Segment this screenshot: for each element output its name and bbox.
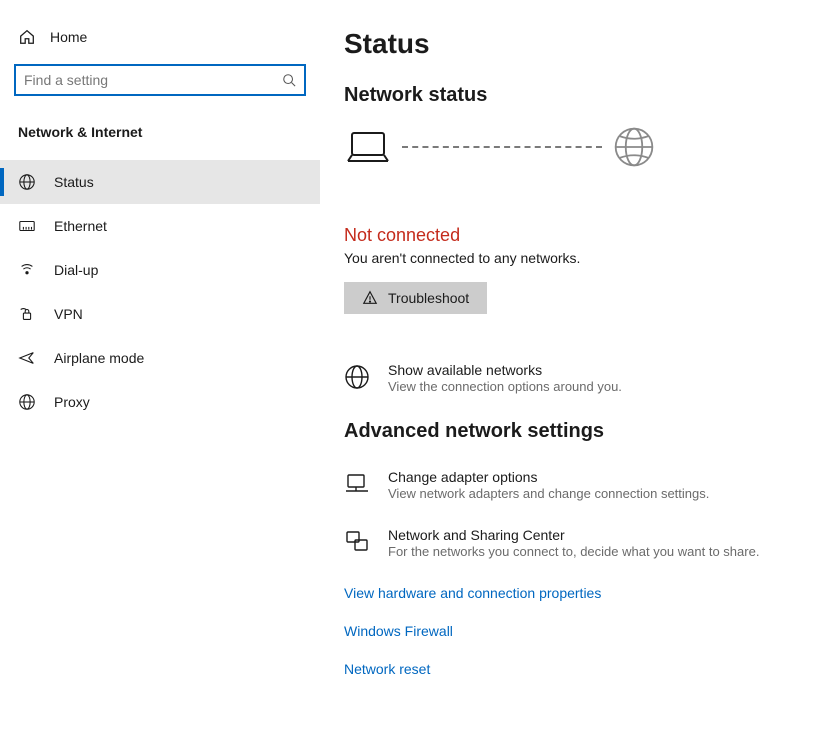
- sidebar-item-proxy[interactable]: Proxy: [0, 380, 320, 424]
- sidebar-item-label: Status: [54, 174, 94, 190]
- search-container: [0, 64, 320, 116]
- sidebar-item-label: Ethernet: [54, 218, 107, 234]
- sharing-center-option[interactable]: Network and Sharing Center For the netwo…: [344, 527, 796, 559]
- globe-icon: [344, 364, 370, 390]
- option-title: Change adapter options: [388, 469, 709, 485]
- adapter-options[interactable]: Change adapter options View network adap…: [344, 469, 796, 501]
- firewall-link[interactable]: Windows Firewall: [344, 623, 796, 639]
- sidebar-item-airplane[interactable]: Airplane mode: [0, 336, 320, 380]
- sidebar-item-status[interactable]: Status: [0, 160, 320, 204]
- connection-status-title: Not connected: [344, 225, 796, 246]
- home-button[interactable]: Home: [0, 20, 320, 64]
- vpn-icon: [18, 305, 36, 323]
- option-text: Change adapter options View network adap…: [388, 469, 709, 501]
- sidebar-item-label: Airplane mode: [54, 350, 144, 366]
- sidebar-item-label: Dial-up: [54, 262, 98, 278]
- dialup-icon: [18, 261, 36, 279]
- troubleshoot-label: Troubleshoot: [388, 290, 469, 306]
- page-title: Status: [344, 28, 796, 60]
- search-box[interactable]: [14, 64, 306, 96]
- connection-line: [402, 146, 602, 148]
- network-status-heading: Network status: [344, 84, 796, 107]
- option-desc: For the networks you connect to, decide …: [388, 544, 759, 559]
- sidebar: Home Network & Internet Status: [0, 0, 320, 741]
- option-text: Network and Sharing Center For the netwo…: [388, 527, 759, 559]
- main-content: Status Network status Not connected You …: [320, 0, 820, 741]
- globe-large-icon: [612, 125, 656, 169]
- advanced-heading: Advanced network settings: [344, 420, 796, 443]
- option-desc: View the connection options around you.: [388, 379, 622, 394]
- hardware-properties-link[interactable]: View hardware and connection properties: [344, 585, 796, 601]
- category-heading: Network & Internet: [0, 116, 320, 160]
- search-icon: [282, 73, 296, 87]
- network-reset-link[interactable]: Network reset: [344, 661, 796, 677]
- search-input[interactable]: [24, 72, 282, 88]
- sidebar-item-label: VPN: [54, 306, 83, 322]
- adapter-icon: [344, 471, 370, 497]
- laptop-icon: [344, 127, 392, 167]
- sidebar-item-label: Proxy: [54, 394, 90, 410]
- airplane-icon: [18, 349, 36, 367]
- option-title: Network and Sharing Center: [388, 527, 759, 543]
- connection-status-sub: You aren't connected to any networks.: [344, 250, 796, 266]
- warning-icon: [362, 290, 378, 306]
- option-desc: View network adapters and change connect…: [388, 486, 709, 501]
- troubleshoot-button[interactable]: Troubleshoot: [344, 282, 487, 314]
- option-text: Show available networks View the connect…: [388, 362, 622, 394]
- globe-icon: [18, 173, 36, 191]
- home-icon: [18, 28, 36, 46]
- sidebar-item-dialup[interactable]: Dial-up: [0, 248, 320, 292]
- proxy-icon: [18, 393, 36, 411]
- show-networks-option[interactable]: Show available networks View the connect…: [344, 362, 796, 394]
- ethernet-icon: [18, 217, 36, 235]
- option-title: Show available networks: [388, 362, 622, 378]
- sidebar-item-vpn[interactable]: VPN: [0, 292, 320, 336]
- network-diagram: [344, 125, 796, 169]
- sidebar-item-ethernet[interactable]: Ethernet: [0, 204, 320, 248]
- home-label: Home: [50, 29, 87, 45]
- sharing-icon: [344, 529, 370, 555]
